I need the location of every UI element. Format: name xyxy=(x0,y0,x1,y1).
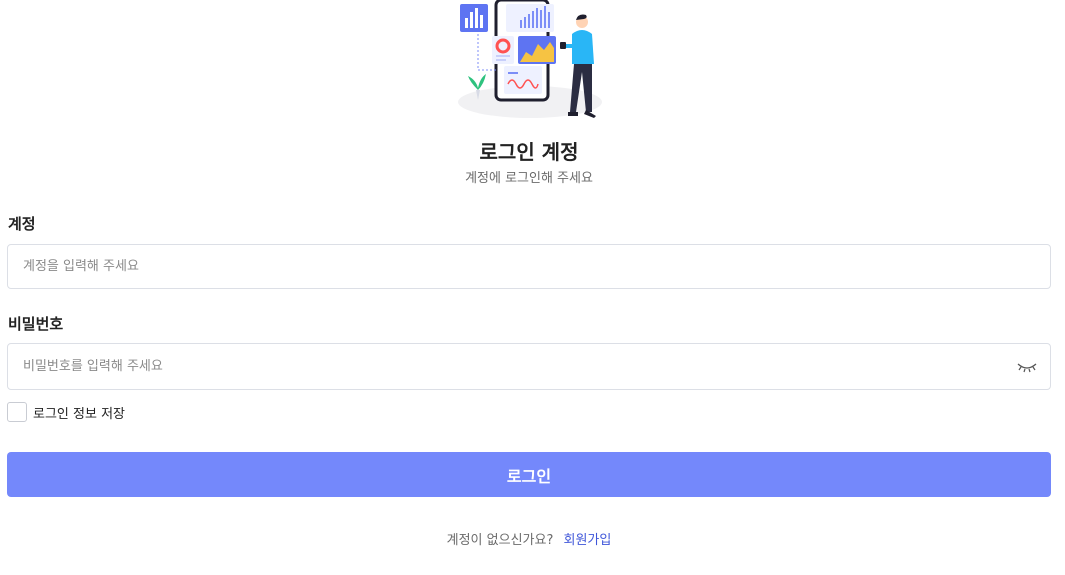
login-page: 로그인 계정 계정에 로그인해 주세요 계정 비밀번호 로그인 정보 저장 로그… xyxy=(0,0,1065,575)
password-label: 비밀번호 xyxy=(8,315,64,333)
remember-checkbox[interactable] xyxy=(7,402,27,422)
password-field-wrapper xyxy=(7,343,1051,390)
signup-prompt: 계정이 없으신가요? xyxy=(446,533,554,548)
account-field-wrapper xyxy=(7,244,1051,289)
eye-closed-icon[interactable] xyxy=(1017,361,1037,373)
signup-row: 계정이 없으신가요? 회원가입 xyxy=(0,529,1058,548)
account-input[interactable] xyxy=(23,259,1035,274)
page-subtitle: 계정에 로그인해 주세요 xyxy=(465,171,593,186)
remember-label: 로그인 정보 저장 xyxy=(33,406,125,422)
remember-login-option[interactable]: 로그인 정보 저장 xyxy=(7,402,125,422)
dashboard-illustration xyxy=(458,0,602,118)
account-label: 계정 xyxy=(8,215,36,233)
password-input[interactable] xyxy=(23,359,1035,374)
login-button[interactable]: 로그인 xyxy=(7,452,1051,497)
page-title: 로그인 계정 xyxy=(479,140,579,164)
signup-link[interactable]: 회원가입 xyxy=(564,533,612,548)
